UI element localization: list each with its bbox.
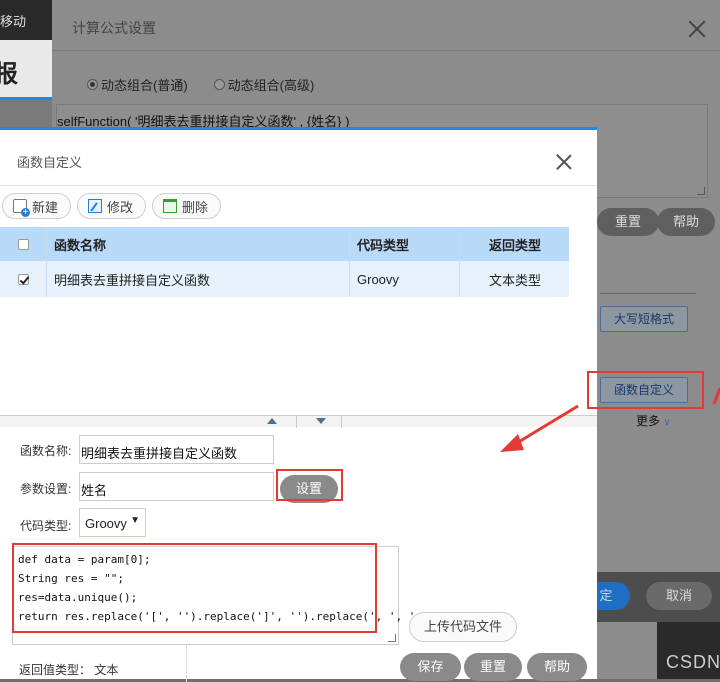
chevron-down-icon: ∨ (663, 417, 671, 428)
background-title-char: 报 (0, 61, 18, 88)
radio-normal[interactable]: 动态组合(普通) (87, 75, 188, 94)
edit-icon (88, 199, 103, 213)
row-checkbox[interactable] (17, 273, 29, 285)
reset-button[interactable]: 重置 (597, 208, 659, 236)
column-header-return-type[interactable]: 返回类型 (460, 227, 569, 261)
function-name-input[interactable]: 明细表去重拼接自定义函数 (79, 435, 274, 464)
more-label: 更多 (636, 414, 661, 428)
custom-function-dialog: 函数自定义 新建 修改 删除 函数名称 代码类型 返回类型 明细表去重拼接自定义… (0, 127, 597, 682)
dialog-title: 函数自定义 (17, 155, 83, 170)
uppercase-short-button[interactable]: 大写短格式 (600, 306, 688, 332)
radio-dot-icon (213, 79, 225, 90)
return-type-label: 返回值类型： 文本 (19, 661, 118, 678)
table-row[interactable]: 明细表去重拼接自定义函数 Groovy 文本类型 (0, 261, 569, 297)
return-type-label-text: 返回值类型： (19, 663, 92, 677)
radio-dot-icon (87, 79, 98, 90)
code-type-value: Groovy (85, 516, 127, 531)
top-menu-bar: 移动 (0, 0, 60, 40)
divider (52, 50, 720, 51)
code-editor[interactable]: def data = param[0]; String res = ""; re… (12, 546, 493, 645)
expand-down-icon[interactable] (316, 418, 326, 424)
param-label: 参数设置: (20, 482, 72, 496)
top-menu-item[interactable]: 移动 (0, 14, 26, 29)
close-icon[interactable] (556, 154, 572, 170)
delete-label: 删除 (182, 199, 209, 215)
combination-mode-radios: 动态组合(普通) 动态组合(高级) (87, 75, 314, 94)
cell-return-type: 文本类型 (489, 272, 542, 288)
divider (600, 293, 696, 294)
panel-splitter[interactable] (0, 415, 597, 428)
radio-label: 动态组合(高级) (227, 78, 315, 93)
table-header: 函数名称 代码类型 返回类型 (0, 227, 569, 261)
toolbar: 新建 修改 删除 (2, 193, 222, 219)
save-button[interactable]: 保存 (400, 653, 461, 681)
select-all-checkbox[interactable] (17, 238, 29, 250)
cell-code-type: Groovy (350, 261, 460, 297)
new-file-icon (13, 199, 30, 217)
divider (186, 645, 187, 682)
return-type-value: 文本 (94, 663, 119, 677)
code-type-label: 代码类型: (20, 519, 72, 533)
help-button[interactable]: 帮助 (657, 208, 715, 236)
param-input[interactable]: 姓名 (79, 472, 274, 501)
cancel-button[interactable]: 取消 (646, 582, 712, 610)
resize-handle-icon[interactable] (388, 634, 396, 642)
dropdown-arrow-icon: ▼ (130, 515, 140, 526)
function-table: 函数名称 代码类型 返回类型 明细表去重拼接自定义函数 Groovy 文本类型 (0, 227, 569, 297)
splitter-divider (296, 416, 297, 428)
radio-advanced[interactable]: 动态组合(高级) (213, 75, 315, 94)
splitter-divider (341, 416, 342, 428)
column-header-code-type[interactable]: 代码类型 (350, 227, 460, 261)
watermark: CSDN (666, 652, 720, 672)
more-link[interactable]: 更多 ∨ (636, 412, 671, 429)
divider (0, 185, 597, 186)
radio-label: 动态组合(普通) (101, 78, 188, 93)
edit-button[interactable]: 修改 (77, 193, 147, 219)
edit-label: 修改 (107, 199, 134, 215)
column-header-name[interactable]: 函数名称 (47, 227, 350, 261)
delete-button[interactable]: 删除 (152, 193, 222, 219)
resize-handle-icon[interactable] (697, 187, 705, 195)
dialog-title: 计算公式设置 (72, 20, 156, 36)
reset-button[interactable]: 重置 (464, 653, 522, 681)
set-param-button[interactable]: 设置 (280, 475, 338, 503)
background-header: 报 (0, 40, 55, 100)
help-button[interactable]: 帮助 (527, 653, 587, 681)
close-icon[interactable] (688, 20, 706, 38)
new-label: 新建 (32, 199, 59, 215)
collapse-up-icon[interactable] (267, 418, 277, 424)
code-type-select[interactable]: Groovy ▼ (79, 508, 146, 537)
function-name-label: 函数名称: (20, 444, 72, 458)
upload-code-button[interactable]: 上传代码文件 (409, 612, 517, 642)
custom-function-button[interactable]: 函数自定义 (600, 377, 688, 403)
trash-icon (163, 199, 178, 213)
new-button[interactable]: 新建 (2, 193, 72, 219)
cell-name: 明细表去重拼接自定义函数 (47, 261, 350, 297)
